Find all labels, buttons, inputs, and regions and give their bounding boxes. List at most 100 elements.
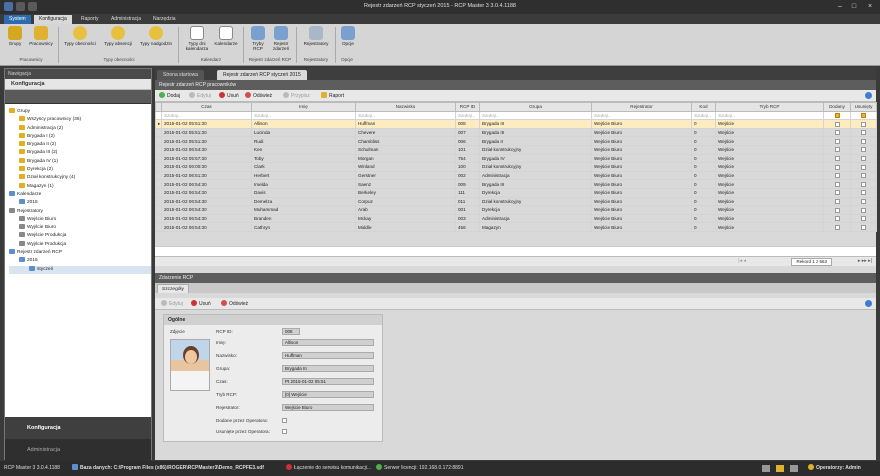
table-row[interactable]: 2015-01-02 06:54:30 Cathryn Middle 456 Magaz…	[155, 222, 877, 232]
tree-node[interactable]: Dyrekcja (2)	[9, 166, 151, 174]
filter-cell[interactable]: Szukaj...	[161, 110, 252, 121]
tree-node[interactable]: Kalendarze	[9, 190, 151, 199]
pager-next-icon[interactable]: ▸ ▸▸ ▸|	[858, 258, 872, 264]
removed-checkbox[interactable]	[861, 198, 866, 204]
removed-checkbox[interactable]	[861, 164, 866, 170]
column-header[interactable]: Czas	[161, 102, 252, 112]
layout-icon[interactable]	[776, 465, 784, 472]
ribbon-day-types-button[interactable]: Typy dni kalendarza	[182, 26, 212, 51]
filter-cell[interactable]: Szukaj...	[691, 110, 716, 121]
table-row[interactable]: ▸ 2015-01-02 05:51:30 Allison Huffman 008 Bry…	[155, 119, 877, 129]
layout-icon[interactable]	[790, 465, 798, 472]
filter-cell[interactable]: Szukaj...	[455, 110, 480, 121]
layout-icon[interactable]	[762, 465, 770, 472]
tree-node[interactable]: Grupy	[9, 108, 151, 116]
column-header[interactable]: RCP ID	[455, 102, 480, 112]
added-checkbox[interactable]	[834, 181, 840, 187]
reassign-button[interactable]: Przypisz	[283, 92, 310, 100]
tree-node[interactable]: Brygada III (2)	[9, 149, 151, 157]
event-refresh-button[interactable]: Odśwież	[221, 300, 248, 308]
removed-checkbox[interactable]	[861, 121, 866, 127]
tree-node[interactable]: 2015	[9, 257, 151, 265]
maximize-icon[interactable]: □	[848, 2, 860, 11]
tree-node[interactable]: Wyjście Produkcja	[9, 240, 151, 249]
tree-node[interactable]: Wejście Biuro	[9, 215, 151, 224]
event-delete-button[interactable]: Usuń	[191, 300, 211, 308]
column-header[interactable]: Kod	[691, 102, 716, 112]
added-checkbox[interactable]	[834, 207, 840, 213]
added-checkbox[interactable]	[834, 138, 840, 144]
filter-cell[interactable]: Szukaj...	[479, 110, 592, 121]
added-checkbox[interactable]	[834, 130, 840, 136]
table-row[interactable]: 2015-01-02 06:00:30 Clark Winland 100 Dział …	[155, 162, 877, 172]
ribbon-options-button[interactable]: Opcje	[338, 26, 358, 46]
tab-start-page[interactable]: Strona startowa	[157, 70, 205, 80]
table-row[interactable]: 2015-01-02 05:57:30 Toby Morgan 754 Brygada …	[155, 153, 877, 164]
removed-checkbox[interactable]	[861, 130, 866, 136]
added-checkbox[interactable]	[834, 216, 840, 222]
ribbon-registrars-button[interactable]: Rejestratory	[300, 26, 332, 46]
menu-administracja[interactable]: Administracja	[106, 15, 146, 24]
ribbon-calendars-button[interactable]: Kalendarze	[213, 26, 239, 46]
add-button[interactable]: Dodaj	[159, 92, 180, 100]
ribbon-rcp-modes-button[interactable]: Tryby RCP	[247, 26, 269, 51]
table-row[interactable]: 2015-01-02 05:51:30 Lucinda Chevere 007 Bryg…	[155, 127, 877, 138]
menu-konfiguracja[interactable]: Konfiguracja	[34, 15, 72, 24]
tree-node[interactable]: Brygada II (2)	[9, 141, 151, 149]
column-header[interactable]: Dodany	[823, 102, 851, 112]
tree-node[interactable]: Rejestratory	[9, 207, 151, 216]
removed-checkbox[interactable]	[861, 224, 866, 230]
removed-checkbox[interactable]	[861, 156, 866, 161]
pager-prev-icon[interactable]: |◂ ◂	[738, 258, 746, 264]
tree-node[interactable]: Wejście Produkcja	[9, 232, 151, 240]
added-by-operator-checkbox[interactable]	[282, 418, 287, 423]
removed-by-operator-checkbox[interactable]	[282, 429, 287, 434]
column-header[interactable]: Imię	[251, 102, 356, 112]
added-checkbox[interactable]	[834, 121, 840, 127]
table-row[interactable]: 2015-01-02 06:54:30 Imelda Saenz 009 Brygada…	[155, 179, 877, 189]
ribbon-overtime-types-button[interactable]: Typy nadgodzin	[138, 26, 174, 46]
added-checkbox[interactable]	[834, 147, 840, 153]
help-icon[interactable]	[865, 300, 872, 307]
removed-checkbox[interactable]	[861, 147, 866, 153]
report-button[interactable]: Raport	[321, 92, 344, 100]
nav-konfiguracja-button[interactable]: Konfiguracja	[5, 417, 151, 439]
tree-node[interactable]: Rejestr zdarzeń RCP	[9, 249, 151, 257]
removed-checkbox[interactable]	[861, 207, 866, 213]
table-row[interactable]: 2015-01-02 06:54:30 Ken Schulman 101 Dział k…	[155, 144, 877, 155]
minimize-icon[interactable]: –	[834, 2, 846, 11]
removed-checkbox[interactable]	[861, 138, 866, 144]
ribbon-presence-types-button[interactable]: Typy obecności	[62, 26, 98, 46]
table-row[interactable]: 2015-01-02 06:54:30 Muhammad Arab 001 Dyrekc…	[155, 205, 877, 215]
menu-raporty[interactable]: Raporty	[76, 15, 104, 24]
column-header[interactable]: Tryb RCP	[715, 102, 824, 112]
added-checkbox[interactable]	[834, 164, 840, 170]
table-row[interactable]: 2015-01-02 06:54:30 Branden Mckay 003 Admini…	[155, 213, 877, 224]
table-row[interactable]: 2015-01-02 06:54:30 Davis Berkeley 111 Dyrek…	[155, 187, 877, 198]
table-row[interactable]: 2015-01-02 06:54:30 Demelza Corpuz 011 Dział…	[155, 196, 877, 207]
column-header[interactable]: Grupa	[479, 102, 592, 112]
ribbon-employees-button[interactable]: Pracownicy	[27, 26, 55, 46]
filter-cell[interactable]: Szukaj...	[251, 110, 356, 121]
tree-node[interactable]: Dział konstrukcyjny (4)	[9, 174, 151, 182]
removed-checkbox[interactable]	[861, 190, 866, 196]
tree-node[interactable]: Brygada I (2)	[9, 132, 151, 141]
ribbon-event-log-button[interactable]: Rejestr zdarzeń	[270, 26, 292, 51]
filter-cell[interactable]: Szukaj...	[591, 110, 692, 121]
close-icon[interactable]: ×	[864, 2, 876, 11]
added-checkbox[interactable]	[834, 173, 840, 179]
filter-cell[interactable]: Szukaj...	[715, 110, 824, 121]
removed-checkbox[interactable]	[861, 173, 866, 179]
column-header[interactable]: Usunięty	[850, 102, 877, 112]
column-header[interactable]: Nazwisko	[355, 102, 456, 112]
removed-checkbox[interactable]	[861, 181, 866, 187]
help-icon[interactable]	[865, 92, 872, 99]
filter-checkbox[interactable]	[834, 113, 840, 119]
added-checkbox[interactable]	[834, 156, 840, 161]
removed-checkbox[interactable]	[861, 216, 866, 222]
event-edit-button[interactable]: Edytuj	[161, 300, 183, 308]
table-row[interactable]: 2015-01-02 06:51:30 Herbert Gerstner 002 Adm…	[155, 170, 877, 181]
filter-checkbox[interactable]	[861, 113, 866, 119]
tree-node[interactable]: Wszyscy pracownicy (36)	[9, 116, 151, 124]
tree-node[interactable]: Brygada IV (1)	[9, 157, 151, 166]
